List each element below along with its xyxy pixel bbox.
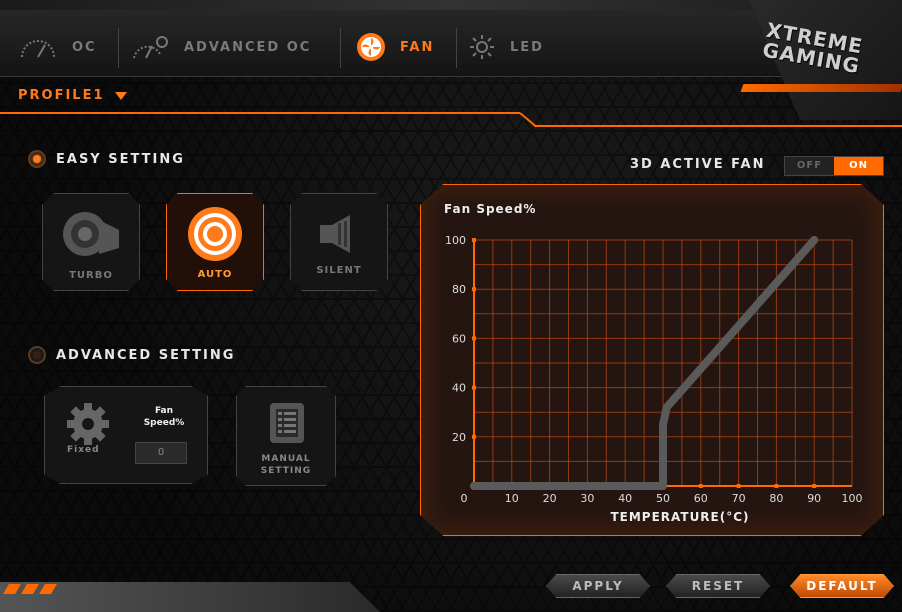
tab-fan[interactable]: FAN [356, 22, 434, 72]
x-tick-label: 60 [694, 492, 708, 505]
fan-curve-point [662, 403, 671, 412]
x-tick-label: 20 [543, 492, 557, 505]
default-button[interactable]: DEFAULT [790, 574, 894, 598]
advanced-setting-header[interactable]: ADVANCED SETTING [28, 346, 235, 364]
fan-curve-point [659, 482, 667, 490]
manual-setting-button[interactable]: MANUAL SETTING [236, 386, 336, 486]
tab-separator [118, 28, 119, 68]
fan-speed-label-line1: Fan [154, 406, 174, 416]
y-tick-label: 60 [452, 332, 466, 345]
mode-auto-button[interactable]: AUTO [166, 193, 264, 291]
y-tick-mark [472, 385, 476, 390]
speedometer-icon [21, 40, 55, 58]
active-fan-label: 3D ACTIVE FAN [630, 157, 766, 172]
tab-oc-label: OC [72, 39, 97, 55]
fixed-label: Fixed [67, 445, 100, 455]
apply-button[interactable]: APPLY [546, 574, 650, 598]
x-tick-label: 90 [807, 492, 821, 505]
x-tick-label: 10 [505, 492, 519, 505]
x-tick-mark [736, 484, 741, 488]
tab-separator [456, 28, 457, 68]
x-tick-label: 100 [842, 492, 863, 505]
tab-advanced-oc-label: ADVANCED OC [184, 39, 312, 55]
y-tick-label: 20 [452, 431, 466, 444]
chart-title: Fan Speed% [444, 202, 537, 216]
tab-separator [340, 28, 341, 68]
auto-target-icon [188, 206, 242, 261]
fan-speed-label-line2: Speed% [143, 418, 185, 428]
brand-accent-bar [740, 84, 902, 92]
x-tick-mark [812, 484, 817, 488]
bottom-strip [0, 582, 380, 612]
mode-turbo-label: TURBO [69, 269, 113, 281]
x-tick-label: 30 [580, 492, 594, 505]
toggle-off[interactable]: OFF [785, 157, 834, 175]
divider [534, 125, 902, 127]
x-tick-mark [774, 484, 779, 488]
decorative-stripes [3, 584, 57, 594]
y-tick-mark [472, 336, 476, 341]
y-tick-label: 80 [452, 283, 466, 296]
gear-icon [67, 403, 109, 445]
y-tick-mark [472, 434, 476, 439]
advanced-setting-title: ADVANCED SETTING [56, 347, 236, 363]
turbo-fan-icon [63, 211, 119, 256]
silent-speaker-icon [320, 214, 350, 253]
y-tick-label: 40 [452, 382, 466, 395]
profile-selector[interactable]: PROFILE1 [18, 88, 127, 103]
tab-led[interactable]: LED [468, 22, 544, 72]
active-fan-toggle[interactable]: OFF ON [784, 156, 884, 176]
manual-setting-label: MANUAL SETTING [237, 453, 335, 477]
tab-oc[interactable]: OC [18, 22, 97, 72]
speedometer-gear-icon [133, 36, 168, 59]
reset-button[interactable]: RESET [666, 574, 770, 598]
easy-setting-title: EASY SETTING [56, 151, 185, 167]
fan-curve-chart[interactable]: 0 10 20 30 40 50 60 70 80 90 100 20 40 60 80 100 [430, 220, 870, 510]
manual-label-line1: MANUAL [261, 454, 311, 464]
mode-silent-button[interactable]: SILENT [290, 193, 388, 291]
profile-label: PROFILE1 [18, 88, 105, 103]
tab-led-label: LED [510, 39, 544, 55]
chevron-down-icon [114, 91, 127, 100]
advanced-setting-radio[interactable] [28, 346, 46, 364]
fixed-speed-panel[interactable]: Fixed Fan Speed% 0 [44, 386, 208, 484]
tab-fan-label: FAN [400, 39, 435, 55]
fan-curve-point [659, 420, 667, 429]
x-tick-mark [698, 484, 703, 488]
y-tick-mark [472, 287, 476, 292]
fan-curve-point [470, 482, 478, 490]
x-tick-label: 0 [461, 492, 468, 505]
divider [0, 112, 520, 114]
y-tick-label: 100 [445, 234, 466, 247]
mode-auto-label: AUTO [197, 268, 233, 280]
x-tick-label: 70 [732, 492, 746, 505]
manual-label-line2: SETTING [260, 466, 312, 476]
x-tick-label: 40 [618, 492, 632, 505]
x-axis-label: TEMPERATURE(°C) [610, 510, 750, 524]
mode-turbo-button[interactable]: TURBO [42, 193, 140, 291]
mode-silent-label: SILENT [316, 264, 362, 276]
clipboard-list-icon [270, 403, 304, 443]
tab-advanced-oc[interactable]: ADVANCED OC [130, 22, 311, 72]
x-tick-label: 50 [656, 492, 670, 505]
y-tick-mark [472, 238, 476, 242]
fan-speed-label: Fan Speed% [129, 405, 199, 429]
fan-speed-input[interactable]: 0 [135, 442, 187, 464]
fan-icon [357, 33, 385, 61]
x-tick-label: 80 [769, 492, 783, 505]
led-sun-icon [470, 35, 494, 59]
toggle-on[interactable]: ON [834, 157, 883, 175]
easy-setting-radio[interactable] [28, 150, 46, 168]
fan-curve-point [810, 236, 819, 244]
easy-setting-header[interactable]: EASY SETTING [28, 150, 185, 168]
